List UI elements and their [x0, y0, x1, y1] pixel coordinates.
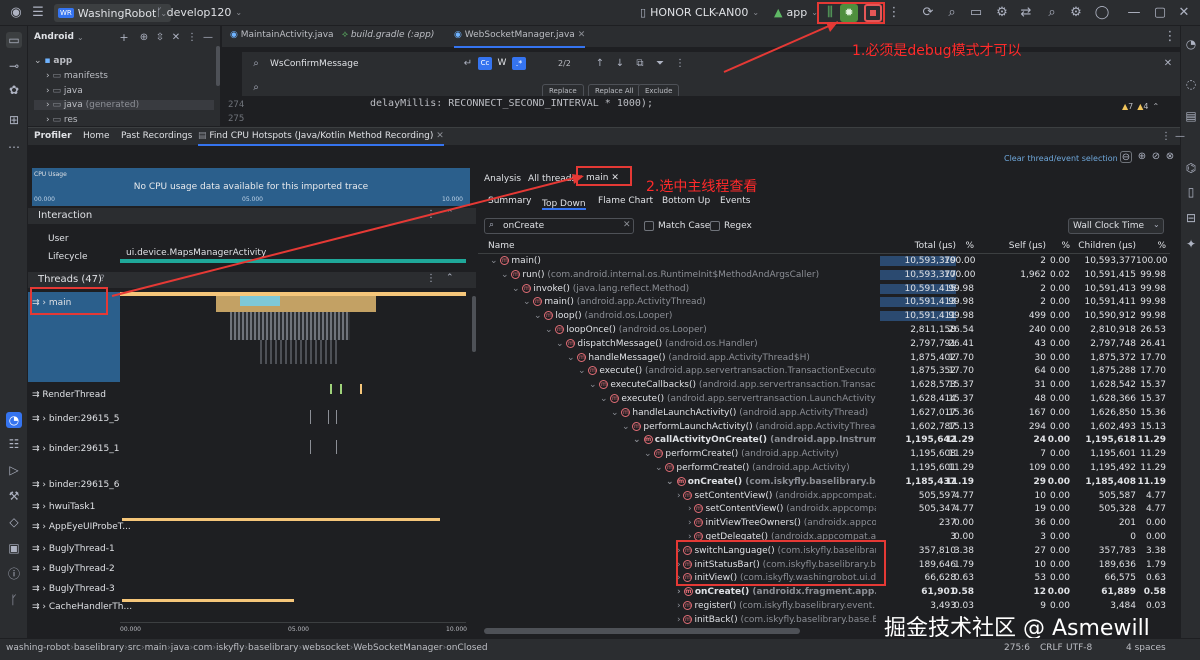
annotation-arrows [111, 21, 839, 297]
status-bar: washing-robot › baselibrary › src › main… [0, 638, 1200, 660]
breadcrumb-item[interactable]: WebSocketManager [353, 643, 442, 653]
breadcrumb-item[interactable]: main [145, 643, 168, 653]
arrow-main-thread [111, 175, 583, 297]
cursor-position[interactable]: 275:6 [1004, 643, 1030, 653]
arrow-debug [723, 21, 839, 73]
breadcrumb-item[interactable]: baselibrary [248, 643, 298, 653]
breadcrumb-item[interactable]: iskyfly [216, 643, 244, 653]
breadcrumb: washing-robot › baselibrary › src › main… [6, 643, 488, 653]
breadcrumb-item[interactable]: websocket [302, 643, 350, 653]
breadcrumb-item[interactable]: src [128, 643, 141, 653]
line-separator[interactable]: CRLF [1040, 643, 1063, 653]
breadcrumb-item[interactable]: onClosed [446, 643, 487, 653]
breadcrumb-item[interactable]: baselibrary [74, 643, 124, 653]
breadcrumb-item[interactable]: washing-robot [6, 643, 70, 653]
breadcrumb-item[interactable]: java [171, 643, 190, 653]
indent-setting[interactable]: 4 spaces [1126, 643, 1166, 653]
breadcrumb-item[interactable]: com [193, 643, 212, 653]
file-encoding[interactable]: UTF-8 [1066, 643, 1092, 653]
arrow-head [572, 174, 584, 184]
